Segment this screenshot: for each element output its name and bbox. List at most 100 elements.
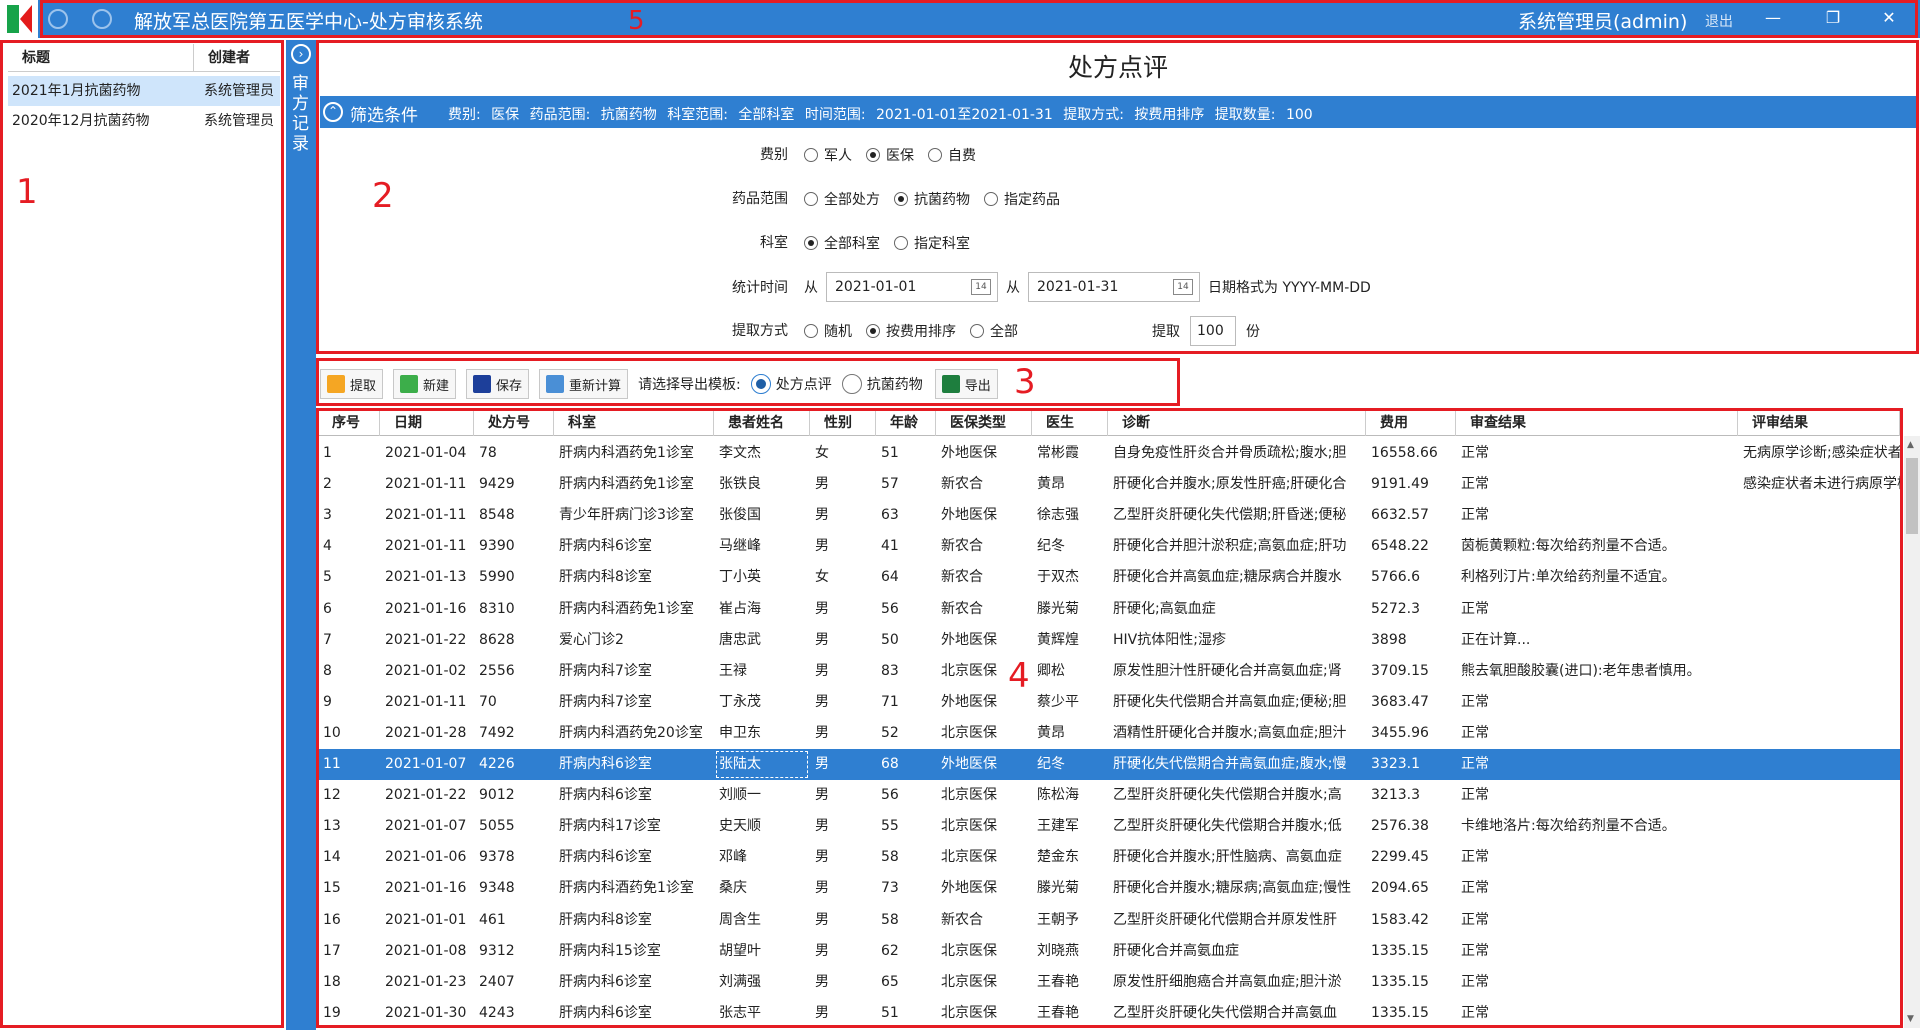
table-cell[interactable]: 常彬霞 — [1032, 438, 1108, 469]
table-cell[interactable]: 5272.3 — [1366, 594, 1456, 625]
table-cell[interactable]: 肝病内科6诊室 — [554, 842, 714, 873]
table-cell[interactable]: 于双杰 — [1032, 562, 1108, 593]
table-cell[interactable]: 6548.22 — [1366, 531, 1456, 562]
column-header-creator[interactable]: 创建者 — [194, 44, 280, 71]
table-cell[interactable]: 刘满强 — [714, 967, 810, 998]
table-cell[interactable]: 4 — [318, 531, 380, 562]
settings-icon[interactable] — [48, 9, 68, 29]
table-cell[interactable]: 外地医保 — [936, 625, 1032, 656]
table-cell[interactable]: 卡维地洛片:每次给药剂量不合适。 — [1456, 811, 1738, 842]
method-radio-random[interactable] — [804, 324, 818, 338]
table-cell[interactable]: 男 — [810, 718, 876, 749]
table-cell[interactable]: 唐忠武 — [714, 625, 810, 656]
table-cell[interactable]: 肝病内科酒药免1诊室 — [554, 469, 714, 500]
table-cell[interactable]: 肝病内科酒药免1诊室 — [554, 438, 714, 469]
table-cell[interactable]: 51 — [876, 998, 936, 1028]
table-cell[interactable]: 爱心门诊2 — [554, 625, 714, 656]
table-cell[interactable]: 8310 — [474, 594, 554, 625]
table-cell[interactable] — [1738, 967, 1900, 998]
table-cell[interactable]: 女 — [810, 438, 876, 469]
table-cell[interactable]: 王建军 — [1032, 811, 1108, 842]
table-row[interactable]: 16 2021-01-01 461 肝病内科8诊室 周含生男 58 新农合 王朝予 乙型肝炎肝硬… — [318, 905, 1900, 936]
table-cell[interactable]: 肝硬化合并腹水;肝性脑病、高氨血症 — [1108, 842, 1366, 873]
records-sidebar-strip[interactable]: › 审方记录 — [286, 40, 316, 1030]
table-cell[interactable]: 2021-01-04 — [380, 438, 474, 469]
column-header[interactable]: 医生 — [1032, 410, 1108, 436]
table-cell[interactable]: 1583.42 — [1366, 905, 1456, 936]
calendar-icon[interactable]: 14 — [971, 279, 991, 295]
table-cell[interactable]: 肝病内科8诊室 — [554, 562, 714, 593]
table-cell[interactable]: 乙型肝炎肝硬化失代偿期合并腹水;低 — [1108, 811, 1366, 842]
review-list-item[interactable]: 2020年12月抗菌药物 系统管理员 — [8, 106, 280, 136]
table-cell[interactable]: 1335.15 — [1366, 998, 1456, 1028]
table-row[interactable]: 4 2021-01-11 9390 肝病内科6诊室 马继峰男 41 新农合 纪冬 肝硬化合并胆汁… — [318, 531, 1900, 562]
table-cell[interactable] — [1738, 998, 1900, 1028]
table-cell[interactable]: 黄昂 — [1032, 469, 1108, 500]
table-cell[interactable]: 正常 — [1456, 780, 1738, 811]
table-cell[interactable]: 胡望叶 — [714, 936, 810, 967]
table-cell[interactable] — [1738, 749, 1900, 780]
table-cell[interactable]: 2021-01-23 — [380, 967, 474, 998]
table-cell[interactable]: 2094.65 — [1366, 873, 1456, 904]
table-cell[interactable]: 2556 — [474, 656, 554, 687]
table-cell[interactable]: 男 — [810, 749, 876, 780]
table-cell[interactable]: 2021-01-11 — [380, 469, 474, 500]
table-cell[interactable]: 正常 — [1456, 469, 1738, 500]
user-icon[interactable] — [92, 9, 112, 29]
table-cell[interactable]: 蔡少平 — [1032, 687, 1108, 718]
table-cell[interactable] — [1738, 625, 1900, 656]
table-cell[interactable] — [1738, 936, 1900, 967]
table-cell[interactable]: 9390 — [474, 531, 554, 562]
table-cell[interactable] — [1738, 531, 1900, 562]
table-cell[interactable]: 正在计算... — [1456, 625, 1738, 656]
table-cell[interactable]: 9 — [318, 687, 380, 718]
table-cell[interactable]: 2021-01-08 — [380, 936, 474, 967]
table-cell[interactable]: 利格列汀片:单次给药剂量不适宜。 — [1456, 562, 1738, 593]
table-cell[interactable]: 原发性肝细胞癌合并高氨血症;胆汁淤 — [1108, 967, 1366, 998]
table-cell[interactable]: 外地医保 — [936, 873, 1032, 904]
table-cell[interactable]: 3709.15 — [1366, 656, 1456, 687]
table-cell[interactable]: 3683.47 — [1366, 687, 1456, 718]
table-cell[interactable]: 肝硬化;高氨血症 — [1108, 594, 1366, 625]
table-cell[interactable] — [1738, 842, 1900, 873]
scrollbar-thumb[interactable] — [1906, 458, 1918, 534]
column-header[interactable]: 费用 — [1366, 410, 1456, 436]
table-cell[interactable]: 北京医保 — [936, 967, 1032, 998]
table-cell[interactable]: 男 — [810, 873, 876, 904]
table-cell[interactable]: 北京医保 — [936, 998, 1032, 1028]
table-cell[interactable]: 肝硬化合并高氨血症;糖尿病合并腹水 — [1108, 562, 1366, 593]
table-cell[interactable]: 13 — [318, 811, 380, 842]
table-row[interactable]: 10 2021-01-28 7492 肝病内科酒药免20诊室 申卫东男 52 北京医保 黄昂酒… — [318, 718, 1900, 749]
table-cell[interactable]: 9012 — [474, 780, 554, 811]
table-cell[interactable]: 17 — [318, 936, 380, 967]
table-cell[interactable]: 男 — [810, 811, 876, 842]
table-cell[interactable]: 楚金东 — [1032, 842, 1108, 873]
table-cell[interactable]: 黄昂 — [1032, 718, 1108, 749]
table-cell[interactable]: 新农合 — [936, 562, 1032, 593]
table-cell[interactable]: 4243 — [474, 998, 554, 1028]
table-cell[interactable]: 男 — [810, 936, 876, 967]
table-cell[interactable]: 张陆太 — [714, 749, 810, 780]
extract-button[interactable]: 提取 — [320, 369, 384, 399]
table-cell[interactable]: 2021-01-06 — [380, 842, 474, 873]
table-cell[interactable]: 徐志强 — [1032, 500, 1108, 531]
table-cell[interactable]: 2021-01-07 — [380, 749, 474, 780]
table-cell[interactable]: 肝病内科8诊室 — [554, 905, 714, 936]
table-cell[interactable]: 王朝予 — [1032, 905, 1108, 936]
scroll-down-arrow-icon[interactable]: ▼ — [1907, 1014, 1914, 1024]
export-button[interactable]: 导出 — [934, 369, 998, 399]
table-cell[interactable]: 52 — [876, 718, 936, 749]
table-cell[interactable]: 王禄 — [714, 656, 810, 687]
table-cell[interactable]: 申卫东 — [714, 718, 810, 749]
table-cell[interactable] — [1738, 873, 1900, 904]
table-cell[interactable]: 2021-01-02 — [380, 656, 474, 687]
table-cell[interactable]: 乙型肝炎肝硬化代偿期合并原发性肝 — [1108, 905, 1366, 936]
template-radio-antibacterial[interactable] — [841, 374, 862, 394]
table-cell[interactable]: 56 — [876, 780, 936, 811]
table-cell[interactable]: 新农合 — [936, 594, 1032, 625]
table-row[interactable]: 3 2021-01-11 8548 青少年肝病门诊3诊室 张俊国男 63 外地医保 徐志强 乙型… — [318, 500, 1900, 531]
table-cell[interactable] — [1738, 562, 1900, 593]
table-cell[interactable]: 11 — [318, 749, 380, 780]
table-cell[interactable] — [1738, 811, 1900, 842]
column-header[interactable]: 年龄 — [876, 410, 936, 436]
